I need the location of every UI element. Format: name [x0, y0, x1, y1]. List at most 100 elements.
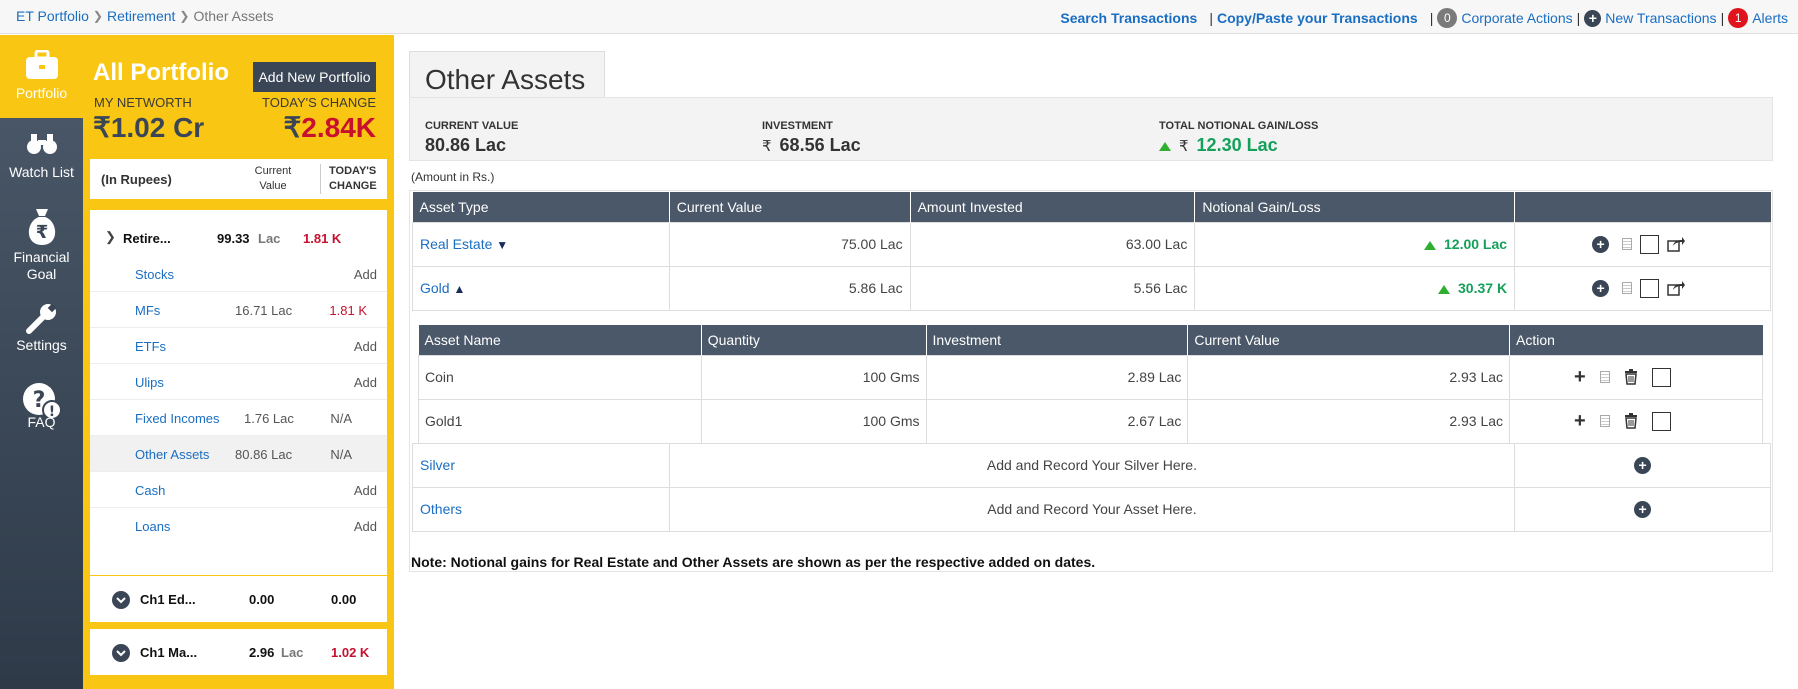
sort-up-icon[interactable]: ▲: [453, 282, 465, 296]
table-row: Real Estate ▼ 75.00 Lac 63.00 Lac 12.00 …: [412, 221, 1771, 267]
group-unit: Lac: [258, 231, 281, 246]
list-item-name[interactable]: Fixed Incomes: [135, 411, 220, 426]
tab-other-assets[interactable]: Other Assets: [409, 51, 605, 98]
investment-cell: 2.89 Lac: [925, 354, 1189, 400]
select-checkbox[interactable]: [1651, 367, 1671, 387]
networth-value: ₹1.02 Cr: [93, 112, 205, 143]
corporate-actions-link[interactable]: Corporate Actions: [1461, 10, 1572, 26]
add-link[interactable]: Add: [354, 483, 377, 498]
add-circle-icon[interactable]: +: [1634, 500, 1652, 518]
breadcrumb-retirement[interactable]: Retirement: [107, 8, 175, 24]
col-actions: [1514, 192, 1771, 222]
add-circle-icon[interactable]: +: [1592, 235, 1610, 253]
asset-type-link[interactable]: Real Estate: [420, 236, 492, 252]
asset-type-link[interactable]: Silver: [420, 457, 455, 473]
top-links: Search Transactions | Copy/Paste your Tr…: [1060, 8, 1788, 28]
list-item-fixed-incomes: Fixed Incomes 1.76 Lac N/A: [90, 400, 387, 436]
list-item-name[interactable]: Other Assets: [135, 447, 209, 462]
breadcrumb-current: Other Assets: [193, 8, 274, 24]
col-notional-gain: Notional Gain/Loss: [1194, 192, 1516, 222]
list-item-name[interactable]: ETFs: [135, 339, 166, 354]
nav-financial-goal[interactable]: ₹ Financial Goal: [0, 205, 83, 305]
search-transactions-link[interactable]: Search Transactions: [1060, 10, 1197, 26]
group-value: 99.33: [217, 231, 250, 246]
add-link[interactable]: Add: [354, 375, 377, 390]
nav-faq[interactable]: ? ! FAQ: [0, 380, 83, 460]
col-investment: Investment: [926, 325, 1189, 355]
summary-value: 12.30 Lac: [1196, 135, 1278, 155]
asset-type-cell: Gold ▲: [412, 265, 670, 311]
document-icon[interactable]: [1622, 282, 1633, 294]
amount-note: (Amount in Rs.): [411, 170, 495, 184]
breadcrumb-et-portfolio[interactable]: ET Portfolio: [16, 8, 89, 24]
page-title: Other Assets: [425, 64, 586, 95]
group-ch1-ed[interactable]: Ch1 Ed... 0.00 0.00: [90, 576, 387, 622]
add-link[interactable]: Add: [354, 339, 377, 354]
document-icon[interactable]: [1599, 415, 1610, 427]
in-rupees-label: (In Rupees): [101, 172, 172, 187]
add-circle-icon[interactable]: +: [1634, 456, 1652, 474]
empty-row-message: Add and Record Your Silver Here.: [668, 442, 1516, 488]
top-bar: ET Portfolio ❯ Retirement ❯ Other Assets…: [0, 0, 1798, 34]
select-checkbox[interactable]: [1640, 278, 1660, 298]
wrench-icon: [25, 303, 56, 334]
list-item-value: 1.76 Lac: [244, 411, 294, 426]
asset-type-cell: Real Estate ▼: [412, 221, 670, 267]
nav-portfolio[interactable]: Portfolio: [0, 35, 83, 118]
add-link[interactable]: Add: [354, 519, 377, 534]
divider: |: [1720, 10, 1725, 26]
networth-label: MY NETWORTH: [94, 95, 192, 110]
group-change: 0.00: [331, 592, 357, 607]
list-item-name[interactable]: Cash: [135, 483, 165, 498]
summary-gain: TOTAL NOTIONAL GAIN/LOSS ₹12.30 Lac: [1159, 120, 1318, 156]
summary-current-value: CURRENT VALUE 80.86 Lac: [425, 120, 518, 156]
group-value: 0.00: [249, 592, 275, 607]
list-item-ulips: Ulips Add: [90, 364, 387, 400]
portfolio-list-header: (In Rupees) Current Value TODAY'S CHANGE: [90, 159, 387, 199]
trash-icon[interactable]: [1624, 369, 1638, 385]
document-icon[interactable]: [1599, 371, 1610, 383]
list-item-name[interactable]: Loans: [135, 519, 170, 534]
nav-settings[interactable]: Settings: [0, 303, 83, 373]
rupee-symbol: ₹: [1179, 138, 1189, 155]
group-retirement[interactable]: ❯ Retire... 99.33 Lac 1.81 K: [90, 220, 387, 256]
money-bag-icon: ₹: [28, 209, 55, 245]
quantity-cell: 100 Gms: [700, 354, 927, 400]
asset-type-link[interactable]: Gold: [420, 280, 450, 296]
copy-paste-transactions-link[interactable]: Copy/Paste your Transactions: [1217, 10, 1418, 26]
nav-label: Financial Goal: [13, 249, 70, 282]
add-circle-icon[interactable]: +: [1592, 279, 1610, 297]
nav-label: Settings: [16, 337, 67, 353]
plus-icon[interactable]: +: [1574, 410, 1586, 433]
share-icon[interactable]: [1667, 280, 1686, 296]
nav-label: Portfolio: [15, 85, 68, 101]
select-checkbox[interactable]: [1651, 411, 1671, 431]
sort-down-icon[interactable]: ▼: [496, 238, 508, 252]
list-item-name[interactable]: Stocks: [135, 267, 174, 282]
asset-type-link[interactable]: Others: [420, 501, 462, 517]
nav-watch-list[interactable]: Watch List: [0, 132, 83, 202]
group-ch1-ma[interactable]: Ch1 Ma... 2.96 Lac 1.02 K: [90, 629, 387, 675]
col-quantity: Quantity: [701, 325, 927, 355]
document-icon[interactable]: [1622, 238, 1633, 250]
up-arrow-icon: [1438, 284, 1451, 294]
actions-cell: +: [1509, 398, 1763, 444]
plus-icon[interactable]: +: [1574, 366, 1586, 389]
list-item-name[interactable]: MFs: [135, 303, 160, 318]
share-icon[interactable]: [1667, 236, 1686, 252]
summary-value: 68.56 Lac: [779, 135, 861, 155]
alerts-link[interactable]: Alerts: [1752, 10, 1788, 26]
summary-label: INVESTMENT: [762, 120, 833, 132]
summary-bar: CURRENT VALUE 80.86 Lac INVESTMENT ₹68.5…: [409, 97, 1773, 161]
select-checkbox[interactable]: [1640, 234, 1660, 254]
add-link[interactable]: Add: [354, 267, 377, 282]
nav-label: Watch List: [9, 164, 74, 180]
new-transactions-link[interactable]: New Transactions: [1605, 10, 1716, 26]
list-item-other-assets: Other Assets 80.86 Lac N/A: [90, 436, 387, 472]
add-new-portfolio-button[interactable]: Add New Portfolio: [253, 62, 376, 92]
actions-cell: +: [1509, 354, 1763, 400]
list-item-name[interactable]: Ulips: [135, 375, 164, 390]
quantity-cell: 100 Gms: [700, 398, 927, 444]
trash-icon[interactable]: [1624, 413, 1638, 429]
asset-name-cell: Gold1: [418, 398, 702, 444]
